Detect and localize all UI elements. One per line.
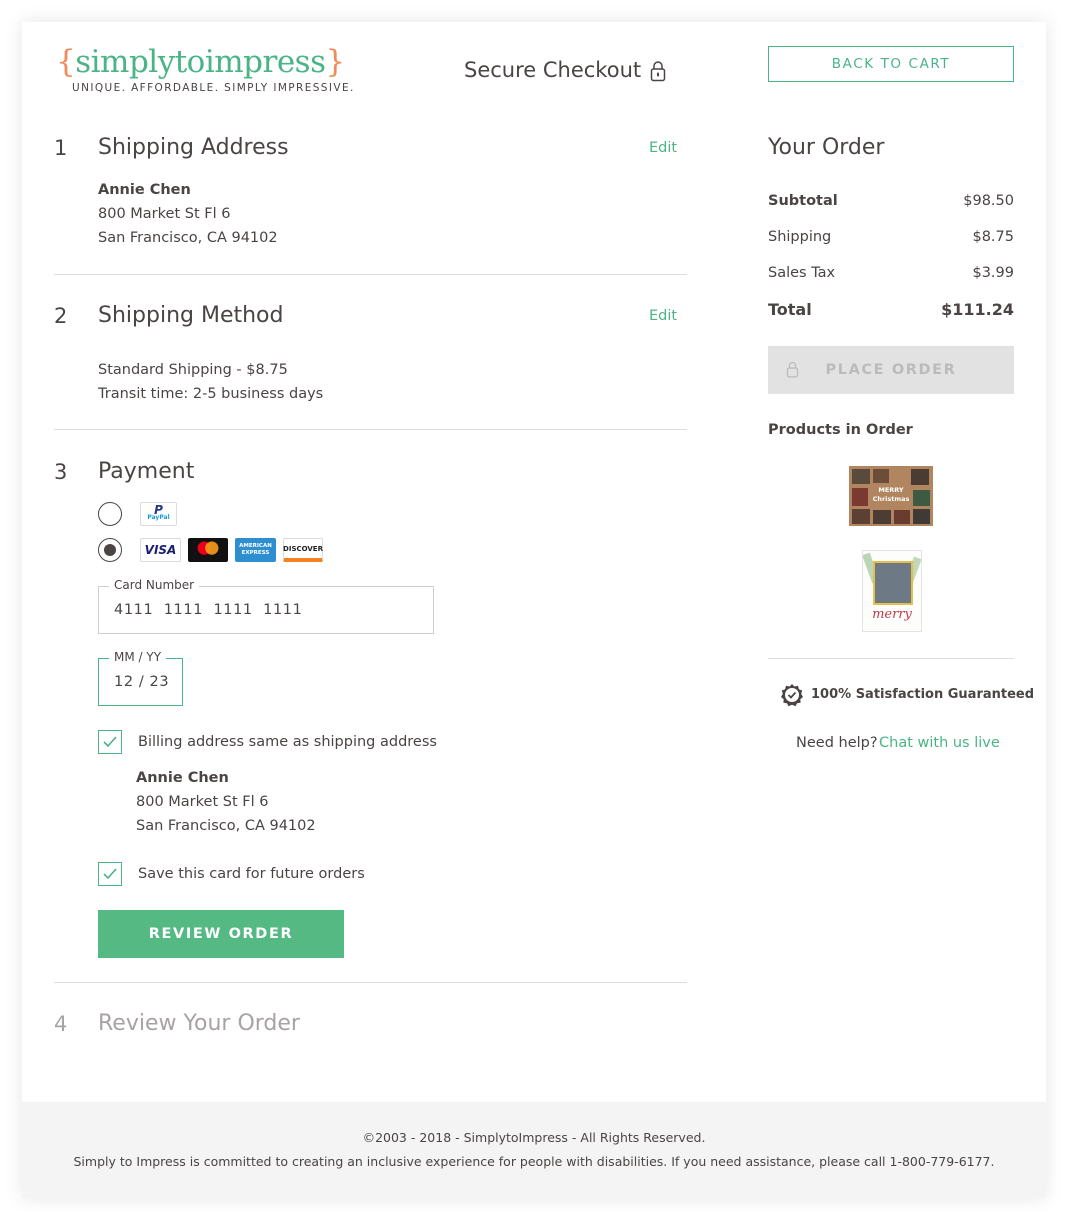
need-help-text: Need help? [796, 735, 878, 751]
shipping-street: 800 Market St Fl 6 [98, 206, 231, 222]
footer: ©2003 - 2018 - SimplytoImpress - All Rig… [22, 1102, 1046, 1198]
paypal-icon: P PayPal [140, 502, 177, 526]
guarantee-badge-icon [781, 684, 803, 707]
shipping-method-name: Standard Shipping - $8.75 [98, 362, 288, 378]
check-icon [103, 736, 117, 748]
payment-title: Payment [98, 459, 195, 484]
copyright-text: ©2003 - 2018 - SimplytoImpress - All Rig… [362, 1130, 706, 1145]
billing-street: 800 Market St Fl 6 [136, 794, 269, 810]
subtotal-value: $98.50 [963, 193, 1014, 209]
chat-live-link[interactable]: Chat with us live [879, 735, 1000, 751]
product-2-text: merry [872, 607, 912, 622]
guarantee-text: 100% Satisfaction Guaranteed [811, 687, 1035, 702]
review-order-title: Review Your Order [98, 1011, 300, 1036]
save-card-checkbox[interactable] [98, 862, 122, 886]
logo-text: simplytoimpress [75, 44, 326, 80]
step-number-shipping-method: 2 [54, 304, 68, 328]
expiry-value[interactable]: 12 / 23 [114, 674, 169, 690]
save-card-label[interactable]: Save this card for future orders [138, 862, 365, 886]
tax-label: Sales Tax [768, 265, 836, 281]
your-order-title: Your Order [768, 135, 885, 160]
review-order-button[interactable]: REVIEW ORDER [98, 910, 344, 958]
check-icon [103, 868, 117, 880]
shipping-name: Annie Chen [98, 182, 191, 198]
shipping-value: $8.75 [972, 229, 1014, 245]
place-order-label: PLACE ORDER [825, 362, 957, 378]
checkout-card: {simplytoimpress} UNIQUE. AFFORDABLE. SI… [22, 22, 1046, 1198]
divider [54, 429, 687, 430]
billing-name: Annie Chen [136, 770, 229, 786]
lock-icon [786, 362, 799, 378]
logo-brace-close: } [325, 44, 345, 80]
radio-selected-dot [104, 544, 116, 556]
mastercard-circles [197, 541, 219, 555]
shipping-method-title: Shipping Method [98, 303, 284, 328]
divider [54, 274, 687, 275]
shipping-label: Shipping [768, 229, 832, 245]
total-value: $111.24 [941, 300, 1014, 319]
discover-icon: DISCOVER [283, 538, 323, 562]
place-order-button[interactable]: PLACE ORDER [768, 346, 1014, 394]
paypal-label: PayPal [147, 514, 170, 521]
expiry-field[interactable]: MM / YY 12 / 23 [98, 650, 183, 706]
transit-time: Transit time: 2-5 business days [98, 386, 324, 402]
secure-checkout-title: Secure Checkout [464, 58, 642, 82]
card-number-value[interactable]: 4111 1111 1111 1111 [114, 602, 302, 618]
total-label: Total [768, 300, 812, 319]
product-thumbnail-merry-card[interactable]: merry [862, 550, 922, 632]
accessibility-text: Simply to Impress is committed to creati… [73, 1154, 995, 1169]
card-number-label: Card Number [109, 578, 200, 592]
step-number-shipping-address: 1 [54, 136, 68, 160]
expiry-label: MM / YY [109, 650, 167, 664]
mastercard-icon [188, 538, 228, 562]
logo-tagline: UNIQUE. AFFORDABLE. SIMPLY IMPRESSIVE. [72, 82, 355, 94]
step-number-payment: 3 [54, 460, 68, 484]
logo-brace-open: { [56, 44, 76, 80]
paypal-radio[interactable] [98, 502, 122, 526]
product-1-text: MERRY Christmas [872, 486, 910, 503]
billing-same-checkbox[interactable] [98, 730, 122, 754]
lock-icon [650, 61, 666, 82]
billing-city: San Francisco, CA 94102 [136, 818, 316, 834]
shipping-address-title: Shipping Address [98, 135, 289, 160]
back-to-cart-button[interactable]: BACK TO CART [768, 46, 1014, 82]
edit-shipping-method-link[interactable]: Edit [649, 308, 677, 324]
amex-icon: AMERICAN EXPRESS [235, 538, 276, 562]
subtotal-label: Subtotal [768, 193, 838, 209]
visa-icon: VISA [140, 538, 181, 562]
tax-value: $3.99 [972, 265, 1014, 281]
card-radio[interactable] [98, 538, 122, 562]
products-in-order-title: Products in Order [768, 422, 913, 438]
product-thumbnail-christmas-card[interactable]: MERRY Christmas [849, 466, 933, 526]
shipping-city: San Francisco, CA 94102 [98, 230, 278, 246]
divider [54, 982, 687, 983]
step-number-review: 4 [54, 1012, 68, 1036]
edit-shipping-address-link[interactable]: Edit [649, 140, 677, 156]
divider [768, 658, 1014, 659]
card-number-field[interactable]: Card Number 4111 1111 1111 1111 [98, 578, 434, 634]
billing-same-label[interactable]: Billing address same as shipping address [138, 730, 437, 754]
logo[interactable]: {simplytoimpress} [56, 44, 345, 80]
